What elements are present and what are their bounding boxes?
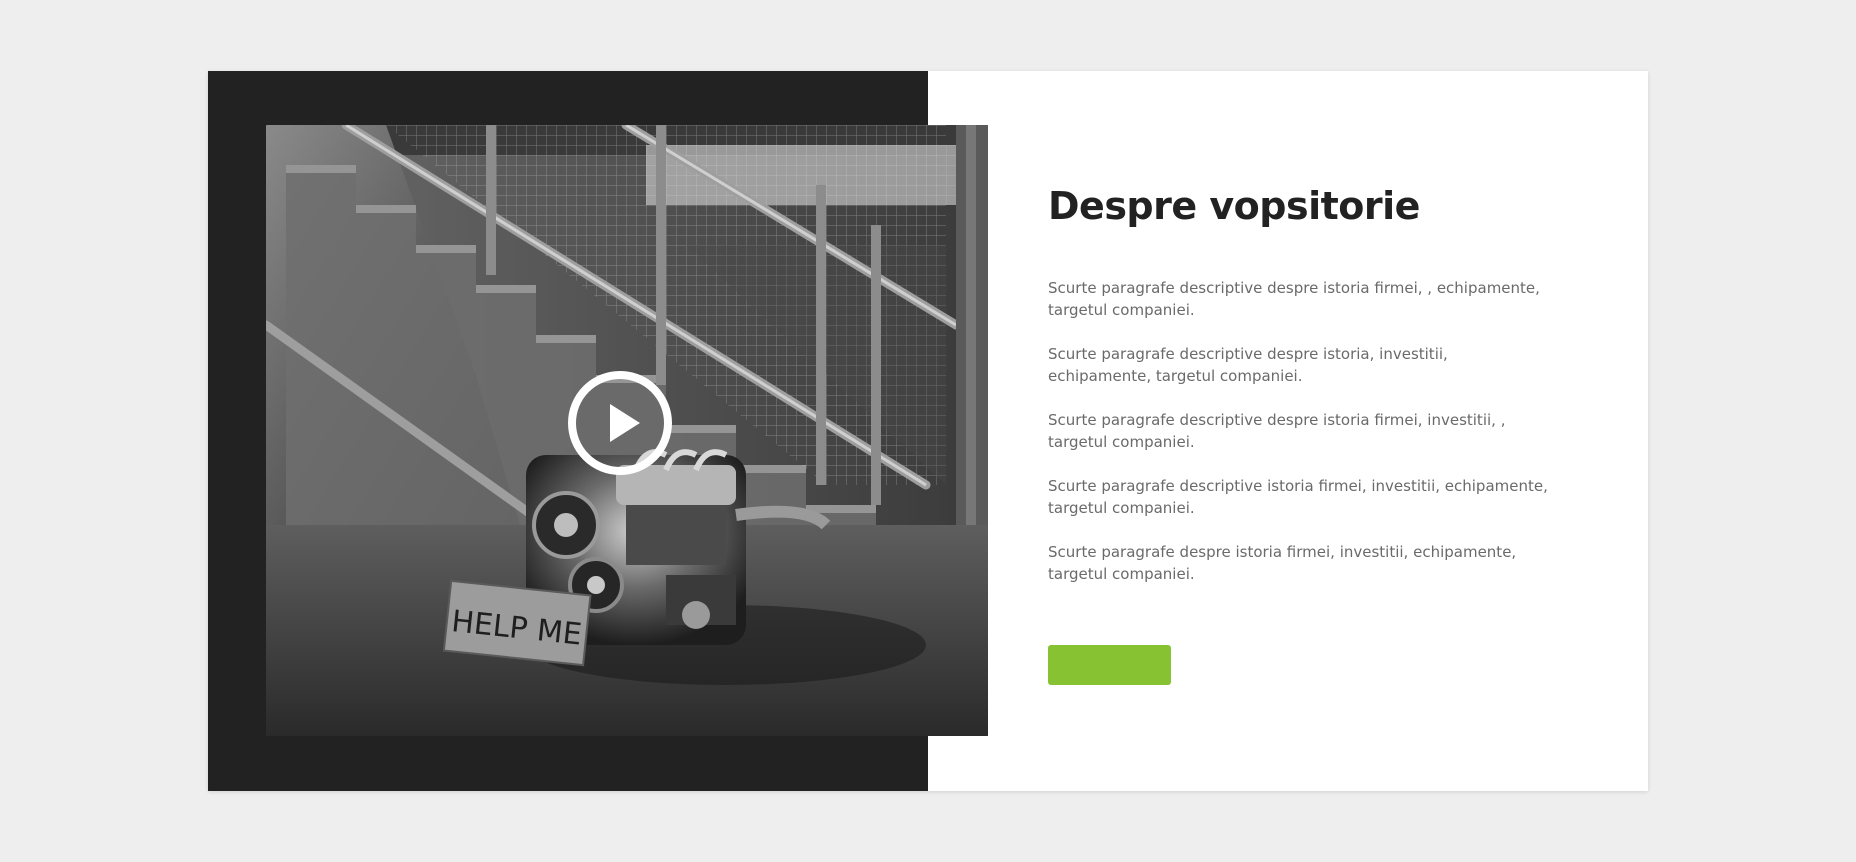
paragraph: Scurte paragrafe descriptive despre isto… bbox=[1048, 279, 1540, 319]
play-button[interactable] bbox=[568, 371, 672, 475]
cta-button[interactable] bbox=[1048, 645, 1171, 685]
paragraph: Scurte paragrafe descriptive despre isto… bbox=[1048, 411, 1506, 451]
paragraph-list: Scurte paragrafe descriptive despre isto… bbox=[1048, 277, 1568, 585]
paragraph: Scurte paragrafe despre istoria firmei, … bbox=[1048, 543, 1517, 583]
about-section-card: HELP ME Despre vopsitorie Scurte paragra… bbox=[208, 71, 1648, 791]
paragraph: Scurte paragrafe descriptive istoria fir… bbox=[1048, 477, 1548, 517]
video-thumbnail[interactable]: HELP ME bbox=[266, 125, 988, 736]
about-content: Despre vopsitorie Scurte paragrafe descr… bbox=[1048, 181, 1568, 607]
paragraph: Scurte paragrafe descriptive despre isto… bbox=[1048, 345, 1448, 385]
play-icon bbox=[610, 404, 640, 442]
section-title: Despre vopsitorie bbox=[1048, 184, 1420, 228]
